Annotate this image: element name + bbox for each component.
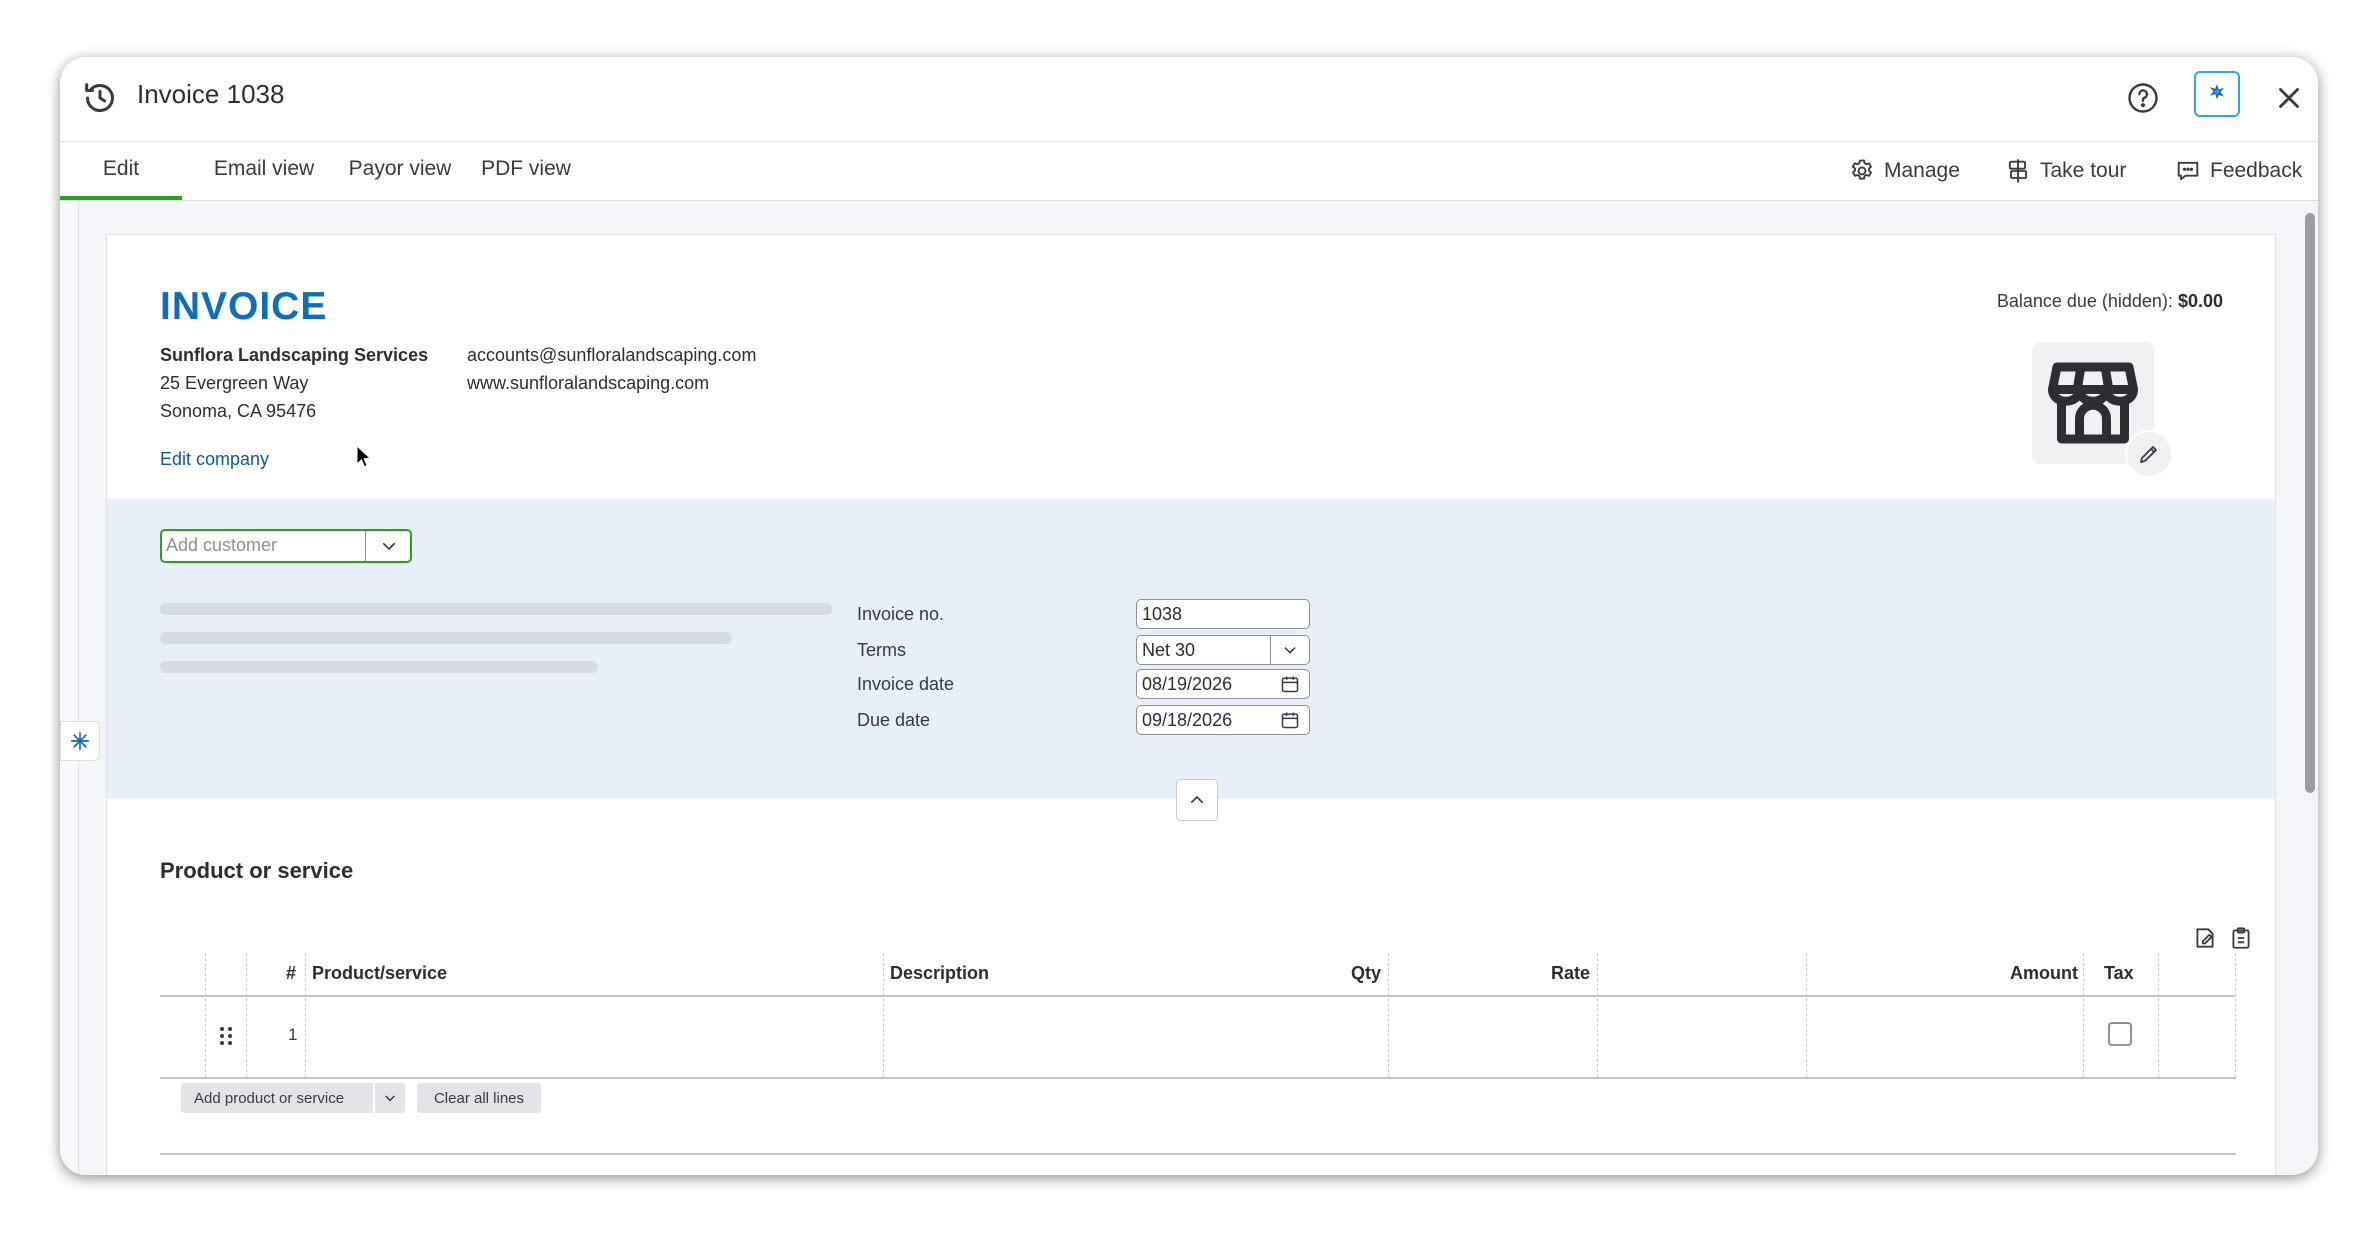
col-description: Description [890, 963, 990, 983]
invoice-no-label: Invoice no. [857, 604, 945, 624]
window-title: Invoice 1038 [137, 79, 285, 109]
invoice-no-input[interactable]: 1038 [1136, 599, 1310, 629]
edit-logo-button[interactable] [2125, 430, 2173, 478]
help-icon[interactable] [2125, 80, 2161, 116]
skeleton-line [160, 632, 732, 644]
edit-columns-icon[interactable] [2192, 925, 2218, 951]
scroll-thumb[interactable] [2305, 213, 2315, 793]
calendar-icon [1281, 712, 1299, 729]
feedback-icon [2177, 161, 2199, 181]
col-number: # [286, 963, 297, 983]
invoice-content: INVOICE Sunflora Landscaping Services 25… [60, 201, 2318, 1175]
terms-label: Terms [857, 640, 906, 660]
calendar-icon [1281, 676, 1299, 693]
table-row[interactable]: 1 [160, 997, 2236, 1079]
col-rate: Rate [1550, 963, 1590, 983]
customer-dropdown[interactable] [365, 531, 411, 561]
take-tour-label: Take tour [2040, 159, 2127, 182]
company-address-line1: 25 Evergreen Way [160, 373, 309, 393]
due-date-label: Due date [857, 710, 931, 730]
tab-payor-view[interactable]: Payor view [340, 142, 460, 200]
gear-icon [1851, 159, 1872, 180]
company-address-line2: Sonoma, CA 95476 [160, 401, 317, 421]
terms-value: Net 30 [1142, 640, 1196, 660]
customer-section: Add customer Invoice no. 1038 Terms Net … [107, 499, 2275, 799]
pencil-icon [2140, 446, 2157, 463]
chevron-down-icon [1284, 647, 1296, 654]
side-ai-button[interactable] [60, 721, 100, 761]
scrollbar[interactable] [2300, 201, 2318, 1175]
chevron-up-icon [1190, 795, 1204, 804]
due-date-input[interactable]: 09/18/2026 [1136, 705, 1310, 735]
col-product: Product/service [312, 963, 448, 983]
row-number: 1 [288, 1025, 298, 1044]
company-email: accounts@sunfloralandscaping.com [467, 345, 757, 365]
feedback-button[interactable]: Feedback [2174, 154, 2302, 188]
invoice-window: Invoice 1038 Edit Email view Payor view … [60, 57, 2318, 1175]
tab-email-view[interactable]: Email view [202, 142, 326, 200]
balance-value: $0.00 [2177, 291, 2223, 311]
clear-all-lines-button[interactable]: Clear all lines [417, 1083, 541, 1113]
left-rail [60, 201, 79, 1175]
due-date-value: 09/18/2026 [1142, 710, 1233, 730]
edit-company-link[interactable]: Edit company [160, 449, 269, 470]
terms-dropdown[interactable] [1270, 636, 1309, 664]
title-bar: Invoice 1038 [60, 57, 2318, 142]
clipboard-icon[interactable] [2228, 925, 2254, 951]
table-header: # Product/service Description Qty Rate A… [160, 953, 2236, 1077]
section-divider [160, 1153, 2236, 1155]
invoice-no-value: 1038 [1142, 604, 1183, 624]
ai-assistant-icon [70, 731, 90, 751]
ai-assistant-icon [2209, 84, 2225, 100]
tab-pdf-view[interactable]: PDF view [476, 142, 576, 200]
invoice-date-input[interactable]: 08/19/2026 [1136, 669, 1310, 699]
line-items-table: # Product/service Description Qty Rate A… [160, 953, 2236, 1079]
terms-select[interactable]: Net 30 [1136, 635, 1310, 665]
tour-icon [2008, 159, 2028, 183]
products-section-title: Product or service [160, 858, 354, 883]
customer-select[interactable]: Add customer [160, 529, 412, 563]
balance-label: Balance due (hidden): [1996, 291, 2173, 311]
mouse-cursor [356, 445, 372, 468]
due-date-picker[interactable] [1271, 706, 1309, 734]
customer-placeholder: Add customer [166, 535, 278, 555]
invoice-date-label: Invoice date [857, 674, 955, 694]
company-name: Sunflora Landscaping Services [160, 345, 429, 365]
skeleton-line [160, 603, 832, 615]
company-website: www.sunfloralandscaping.com [467, 373, 710, 393]
invoice-form: INVOICE Sunflora Landscaping Services 25… [106, 234, 2276, 1175]
manage-button[interactable]: Manage [1848, 154, 1960, 188]
add-product-dropdown[interactable] [373, 1083, 405, 1113]
take-tour-button[interactable]: Take tour [2004, 154, 2126, 188]
ai-assistant-button[interactable] [2194, 71, 2240, 117]
collapse-section-button[interactable] [1176, 779, 1218, 821]
tax-checkbox[interactable] [2108, 1022, 2132, 1046]
close-icon[interactable] [2272, 81, 2306, 115]
view-tabs: Edit Email view Payor view PDF view Mana… [60, 142, 2318, 201]
invoice-header: INVOICE Sunflora Landscaping Services 25… [107, 235, 2275, 499]
invoice-heading: INVOICE [160, 285, 328, 328]
skeleton-line [160, 661, 598, 673]
add-product-button[interactable]: Add product or service [181, 1083, 405, 1113]
add-product-label: Add product or service [194, 1089, 345, 1107]
chevron-down-icon [382, 542, 395, 551]
col-qty: Qty [1350, 963, 1381, 983]
feedback-label: Feedback [2210, 159, 2303, 182]
balance-due: Balance due (hidden): $0.00 [1997, 291, 2223, 312]
manage-label: Manage [1884, 159, 1960, 182]
col-amount: Amount [2010, 963, 2078, 983]
drag-handle-icon[interactable] [218, 1025, 234, 1047]
history-icon[interactable] [80, 78, 120, 118]
chevron-down-icon [385, 1095, 395, 1102]
tab-edit[interactable]: Edit [60, 142, 182, 200]
invoice-date-picker[interactable] [1271, 670, 1309, 698]
invoice-date-value: 08/19/2026 [1142, 674, 1233, 694]
col-tax: Tax [2104, 963, 2134, 983]
